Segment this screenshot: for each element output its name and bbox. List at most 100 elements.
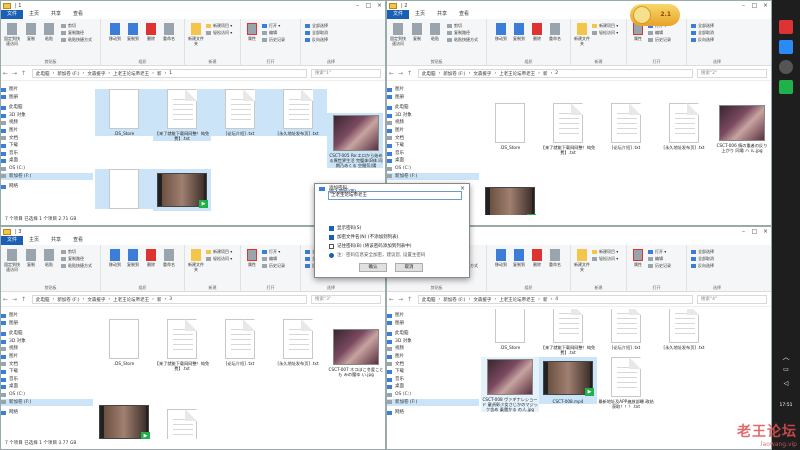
tab-share[interactable]: 共享 (45, 10, 67, 19)
move-to-button[interactable]: 移动到 (493, 249, 509, 267)
sidebar-item[interactable]: 3D 对象 (1, 338, 93, 346)
sidebar-item[interactable]: 此电脑 (1, 104, 93, 112)
delete-button[interactable]: 删除 (529, 23, 545, 41)
sidebar-item[interactable]: 此电脑 (387, 104, 479, 112)
back-icon[interactable]: ← (1, 70, 10, 77)
breadcrumb-item[interactable]: 新加卷 (F:) (443, 297, 465, 303)
file-item[interactable]: ▶ (153, 169, 211, 211)
history-button[interactable]: 历史记录 (262, 263, 285, 269)
back-icon[interactable]: ← (387, 70, 396, 77)
app-icon[interactable] (779, 20, 793, 34)
cancel-button[interactable]: 取消 (395, 263, 423, 272)
sidebar-item[interactable]: 3D 对象 (387, 338, 479, 346)
select-all-button[interactable]: 全部选择 (691, 249, 714, 255)
close-icon[interactable]: × (374, 2, 385, 9)
open-button[interactable]: 打开 ▾ (648, 249, 666, 255)
sidebar-item[interactable]: 文档 (1, 361, 93, 369)
rename-button[interactable]: 重命名 (547, 249, 563, 267)
up-icon[interactable]: ↑ (19, 70, 28, 77)
sidebar-item[interactable]: 图片 (387, 312, 479, 320)
sidebar-item[interactable]: 图册 (387, 94, 479, 102)
tab-view[interactable]: 查看 (453, 10, 475, 19)
file-item[interactable]: ▶ (95, 401, 153, 439)
sidebar-item[interactable]: 音乐 (1, 150, 93, 158)
breadcrumb-item[interactable]: 文森援乎 (87, 297, 105, 303)
up-icon[interactable]: ↑ (19, 296, 28, 303)
tab-home[interactable]: 主页 (23, 236, 45, 245)
volume-icon[interactable]: ◁ (779, 380, 793, 394)
easy-access-button[interactable]: 轻松访问 ▾ (592, 256, 618, 262)
breadcrumb-item[interactable]: 此电脑 (422, 297, 436, 303)
paste-button[interactable]: 粘贴 (41, 249, 57, 267)
sidebar-item[interactable]: 网络 (1, 183, 93, 191)
breadcrumb-item[interactable]: 新 (157, 297, 162, 303)
sidebar-item[interactable]: 下载 (1, 142, 93, 150)
sidebar-item[interactable]: 3D 对象 (1, 112, 93, 120)
copy-to-button[interactable]: 复制到 (125, 249, 141, 267)
breadcrumb[interactable]: 此电脑 › 新加卷 (F:) › 文森援乎 › 上老王论坛帝老王 › 新 › 2 (418, 69, 693, 78)
move-to-button[interactable]: 移动到 (493, 23, 509, 41)
maximize-icon[interactable]: □ (749, 2, 760, 9)
show-password-checkbox[interactable]: 显示密码(S) (329, 225, 361, 231)
sidebar-item[interactable]: 音乐 (387, 376, 479, 384)
copy-button[interactable]: 复制 (23, 23, 39, 41)
paste-button[interactable]: 粘贴 (427, 23, 443, 41)
breadcrumb-item[interactable]: 4 (555, 297, 558, 302)
breadcrumb-item[interactable]: 新加卷 (F:) (443, 71, 465, 77)
breadcrumb[interactable]: 此电脑 › 新加卷 (F:) › 文森援乎 › 上老王论坛帝老王 › 新 › 1 (32, 69, 307, 78)
sidebar-item[interactable]: 3D 对象 (387, 112, 479, 120)
breadcrumb-item[interactable]: 此电脑 (36, 71, 50, 77)
up-icon[interactable]: ↑ (405, 70, 414, 77)
delete-button[interactable]: 删除 (529, 249, 545, 267)
easy-access-button[interactable]: 轻松访问 ▾ (592, 30, 618, 36)
invert-selection-button[interactable]: 反向选择 (691, 263, 714, 269)
breadcrumb-item[interactable]: 上老王论坛帝老王 (113, 71, 149, 77)
copy-to-button[interactable]: 复制到 (125, 23, 141, 41)
sidebar-item[interactable]: 图片 (1, 127, 93, 135)
cut-button[interactable]: 剪切 (447, 23, 462, 29)
tab-file[interactable]: 文件 (387, 10, 410, 19)
history-button[interactable]: 历史记录 (262, 37, 285, 43)
ok-button[interactable]: 确认 (359, 263, 387, 272)
file-item[interactable]: ▶ (481, 183, 539, 215)
cut-button[interactable]: 剪切 (61, 23, 76, 29)
file-item[interactable]: CSCT-006 情の重者の反り 上がり 同場 ハ ル.jpg (713, 103, 769, 153)
sidebar-item[interactable]: 图片 (1, 353, 93, 361)
file-item[interactable]: [永久地址发布页] .txt (269, 89, 327, 136)
properties-button[interactable]: 属性 (630, 249, 646, 267)
file-item[interactable] (153, 409, 211, 439)
sidebar-item[interactable]: OS (C:) (387, 165, 479, 173)
cut-button[interactable]: 剪切 (61, 249, 76, 255)
breadcrumb-item[interactable]: 1 (169, 71, 172, 76)
chevron-up-icon[interactable]: ︿ (779, 352, 793, 366)
new-folder-button[interactable]: 新建文件夹 (574, 249, 590, 272)
sidebar-item[interactable]: 视频 (387, 345, 479, 353)
minimize-icon[interactable]: – (738, 2, 749, 9)
file-item[interactable]: CSCT-007 ネコぼこ冬愛ことも みの腰ゆ い.jpg (327, 327, 383, 377)
move-to-button[interactable]: 移动到 (107, 249, 123, 267)
search-input[interactable]: 搜索"1" (311, 69, 381, 78)
rename-button[interactable]: 重命名 (161, 249, 177, 267)
rename-button[interactable]: 重命名 (547, 23, 563, 41)
tab-file[interactable]: 文件 (1, 236, 24, 245)
sidebar-item[interactable]: 图册 (387, 320, 479, 328)
select-none-button[interactable]: 全部取消 (691, 256, 714, 262)
delete-button[interactable]: 删除 (143, 249, 159, 267)
file-item[interactable]: [论坛介绍] .txt (211, 319, 269, 366)
new-item-button[interactable]: 新建项目 ▾ (592, 249, 618, 255)
edit-button[interactable]: 编辑 (648, 30, 663, 36)
new-folder-button[interactable]: 新建文件夹 (188, 23, 204, 46)
paste-shortcut-button[interactable]: 粘贴快捷方式 (61, 263, 92, 269)
sidebar-item[interactable]: 新加卷 (F:) (1, 172, 93, 181)
sidebar-item[interactable]: 图片 (1, 312, 93, 320)
minimize-icon[interactable]: – (738, 228, 749, 235)
close-icon[interactable]: × (760, 2, 771, 9)
new-folder-button[interactable]: 新建文件夹 (188, 249, 204, 272)
file-item[interactable]: ▶ CSCT-008.mp4 (539, 357, 597, 404)
breadcrumb-item[interactable]: 上老王论坛帝老王 (499, 71, 535, 77)
easy-access-button[interactable]: 轻松访问 ▾ (206, 256, 232, 262)
copy-button[interactable]: 复制 (409, 23, 425, 41)
back-icon[interactable]: ← (387, 296, 396, 303)
maximize-icon[interactable]: □ (749, 228, 760, 235)
sidebar-item[interactable]: 下载 (387, 142, 479, 150)
